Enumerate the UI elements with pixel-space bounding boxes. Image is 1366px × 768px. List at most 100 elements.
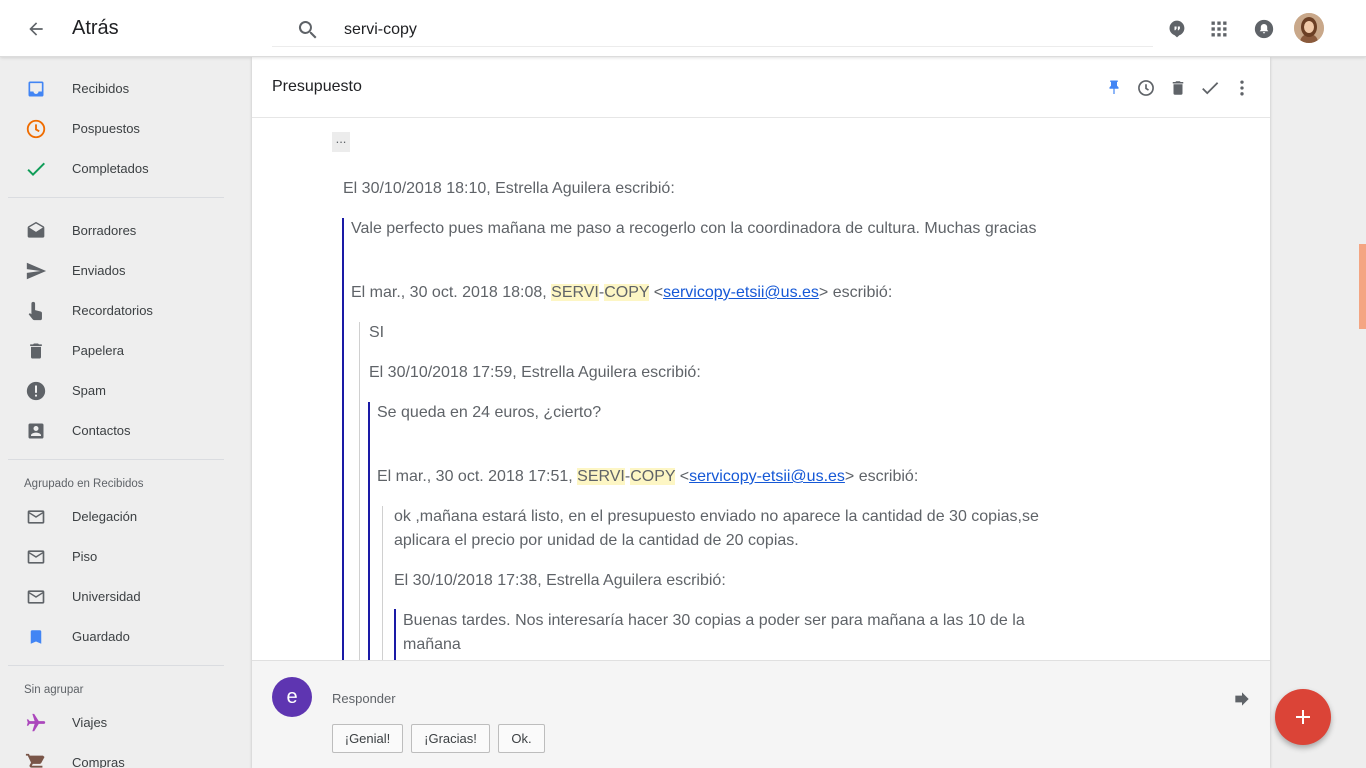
sidebar-item-label: Contactos [72,423,131,438]
email-thread-card: Presupuesto ... El 30/10/2018 18:10, Est… [252,57,1270,768]
quoted-text: mañana [403,636,461,653]
sidebar-item-piso[interactable]: Piso [0,537,232,577]
compose-button[interactable] [1275,689,1331,745]
sidebar-item-label: Delegación [72,509,138,524]
trash-icon [24,339,48,363]
quote-header: El mar., 30 oct. 2018 17:51, SERVI-COPY … [377,465,918,489]
arrow-back-icon[interactable] [22,15,50,43]
sidebar-item-enviados[interactable]: Enviados [0,251,232,291]
angle-open: < [679,468,690,485]
plus-icon [1296,710,1310,724]
highlight-copy: COPY [604,284,650,301]
smart-reply-chip[interactable]: ¡Gracias! [411,724,490,753]
quote-header: El 30/10/2018 17:38, Estrella Aguilera e… [394,572,726,589]
divider [8,459,224,460]
done-icon[interactable] [1198,76,1222,100]
group-heading-sin-agrupar: Sin agrupar [24,684,84,696]
snooze-icon[interactable] [1134,76,1158,100]
group-heading-agrupado: Agrupado en Recibidos [24,478,144,490]
avatar[interactable] [1294,13,1324,43]
search-box[interactable] [272,12,1153,47]
smart-reply-chip[interactable]: ¡Genial! [332,724,403,753]
quote-bar [359,322,360,660]
sidebar-item-label: Pospuestos [72,121,140,136]
more-vert-icon[interactable] [1230,76,1254,100]
back-label[interactable]: Atrás [72,17,119,40]
sidebar-item-label: Recordatorios [72,303,153,318]
quote-header: El 30/10/2018 18:10, Estrella Aguilera e… [343,180,675,197]
sidebar-item-label: Enviados [72,263,126,278]
quote-bar [368,402,370,660]
sidebar-item-completados[interactable]: Completados [0,149,232,189]
sidebar-item-label: Spam [72,383,106,398]
sidebar-item-label: Papelera [72,343,125,358]
quoted-text: SI [369,324,385,341]
highlight-servi: SERVI [551,284,599,301]
avatar: e [272,677,312,717]
sidebar-item-recordatorios[interactable]: Recordatorios [0,291,232,331]
scrollbar-thumb[interactable] [1359,244,1366,329]
quoted-text: Buenas tardes. Nos interesaría hacer 30 … [403,612,1025,629]
notifications-icon[interactable] [1252,17,1276,41]
angle-open: < [653,284,664,301]
send-icon [24,259,48,283]
inbox-icon [24,77,48,101]
quote-header-tail: > escribió: [844,468,919,485]
sidebar-item-spam[interactable]: Spam [0,371,232,411]
sidebar-item-label: Compras [72,755,125,768]
mail-icon [24,545,48,569]
trash-icon[interactable] [1166,76,1190,100]
forward-icon[interactable] [1232,689,1252,709]
email-link[interactable]: servicopy-etsii@us.es [689,468,845,485]
email-link[interactable]: servicopy-etsii@us.es [663,284,819,301]
mail-icon [24,505,48,529]
sidebar-item-universidad[interactable]: Universidad [0,577,232,617]
quote-header-date: El mar., 30 oct. 2018 17:51, [377,468,573,485]
sidebar-item-guardado[interactable]: Guardado [0,617,232,657]
plane-icon [24,711,48,735]
quote-header: El mar., 30 oct. 2018 18:08, SERVI-COPY … [351,281,892,305]
sidebar-item-papelera[interactable]: Papelera [0,331,232,371]
spam-icon [24,379,48,403]
sidebar-item-contactos[interactable]: Contactos [0,411,232,451]
sidebar-item-borradores[interactable]: Borradores [0,211,232,251]
sidebar-item-label: Universidad [72,589,141,604]
highlight-servi: SERVI [577,468,625,485]
sidebar-item-pospuestos[interactable]: Pospuestos [0,109,232,149]
quote-header: El 30/10/2018 17:59, Estrella Aguilera e… [369,364,701,381]
quoted-text: aplicara el precio por unidad de la cant… [394,532,799,549]
quote-header-date: El mar., 30 oct. 2018 18:08, [351,284,547,301]
quoted-text: Se queda en 24 euros, ¿cierto? [377,404,602,421]
assistant-icon[interactable] [1165,17,1189,41]
sidebar-item-compras[interactable]: Compras [0,743,232,768]
sidebar-item-viajes[interactable]: Viajes [0,703,232,743]
reply-area: e Responder ¡Genial! ¡Gracias! Ok. [252,660,1270,768]
search-icon[interactable] [296,18,320,42]
sidebar-item-recibidos[interactable]: Recibidos [0,69,232,109]
sidebar-item-label: Recibidos [72,81,130,96]
show-trimmed-button[interactable]: ... [332,132,350,152]
reminder-icon [24,299,48,323]
sidebar: Recibidos Pospuestos Completados Borrado… [0,57,232,768]
divider [8,665,224,666]
bookmark-icon [24,625,48,649]
reply-button[interactable]: Responder [332,691,396,706]
quoted-text: ok ,mañana estará listo, en el presupues… [394,508,1039,525]
quote-bar [382,506,383,660]
quote-bar [342,218,344,660]
quote-header-tail: > escribió: [818,284,893,301]
pin-icon[interactable] [1102,76,1126,100]
smart-reply-chip[interactable]: Ok. [498,724,545,753]
apps-icon[interactable] [1207,17,1231,41]
quote-bar [394,609,396,660]
sidebar-item-label: Piso [72,549,98,564]
sidebar-item-delegacion[interactable]: Delegación [0,497,232,537]
search-input[interactable] [344,18,1124,42]
mail-icon [24,585,48,609]
contacts-icon [24,419,48,443]
highlight-copy: COPY [630,468,676,485]
quoted-text: Vale perfecto pues mañana me paso a reco… [351,220,1037,237]
clock-icon [24,117,48,141]
message-body: ... El 30/10/2018 18:10, Estrella Aguile… [252,118,1270,660]
sidebar-item-label: Borradores [72,223,137,238]
